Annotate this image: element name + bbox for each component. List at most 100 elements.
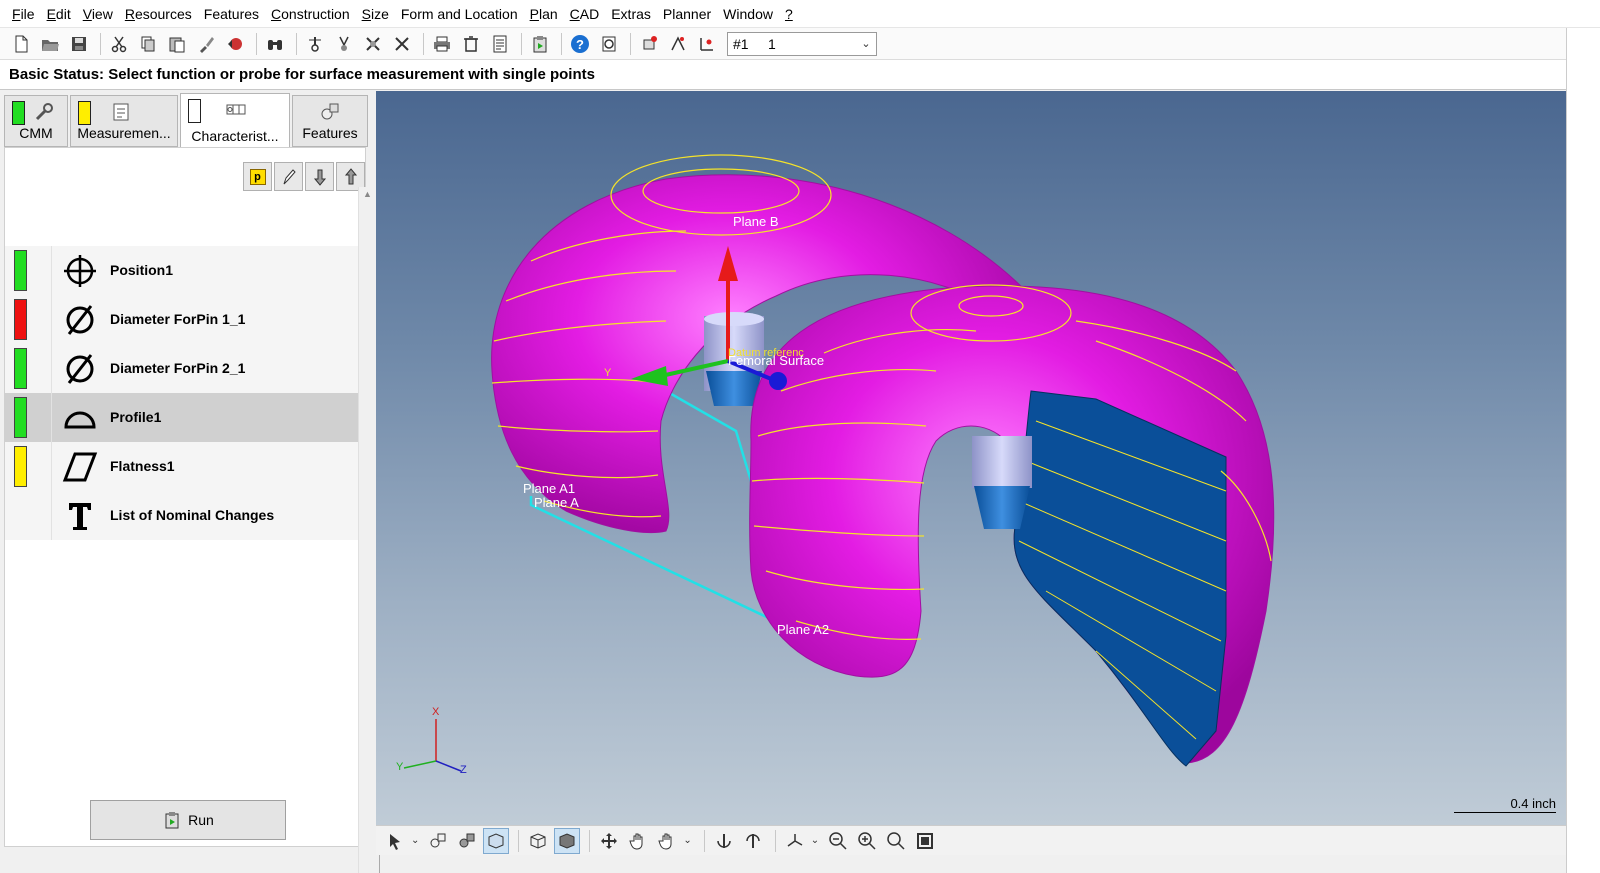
edit-button[interactable]	[274, 162, 303, 191]
delete-icon[interactable]	[458, 31, 484, 57]
rotate-right-icon[interactable]	[740, 828, 766, 854]
element-display-icon[interactable]	[425, 828, 451, 854]
chevron-down-icon[interactable]: ⌄	[811, 835, 819, 846]
print-icon[interactable]	[429, 31, 455, 57]
plane-b-label: Plane B	[733, 214, 779, 229]
base-system-select-value: 1	[768, 35, 776, 52]
right-dock-strip	[1566, 28, 1600, 873]
menu-features[interactable]: Features	[198, 0, 265, 28]
zoom-out-icon[interactable]	[825, 828, 851, 854]
report-icon[interactable]	[487, 31, 513, 57]
status-indicator	[14, 397, 27, 438]
view-direction-icon[interactable]	[782, 828, 808, 854]
copy-icon[interactable]	[135, 31, 161, 57]
cad-3d-viewport[interactable]: Plane B Datum referenc Femoral Surface P…	[376, 91, 1566, 825]
probe-settings-icon[interactable]	[360, 31, 386, 57]
left-panel: CMM Measuremen... Characterist... Featur…	[0, 91, 380, 873]
new-file-icon[interactable]	[8, 31, 34, 57]
zoom-in-icon[interactable]	[854, 828, 880, 854]
tab-cmm-label: CMM	[19, 125, 53, 141]
menu-view[interactable]: View	[77, 0, 119, 28]
menu-form-and-location[interactable]: Form and Location	[395, 0, 524, 28]
tab-features[interactable]: Features	[292, 95, 368, 147]
menu-resources[interactable]: Resources	[119, 0, 198, 28]
menu-extras[interactable]: Extras	[605, 0, 657, 28]
tab-measurement-status	[78, 101, 91, 125]
base-system-select[interactable]: #1 1 ⌄	[727, 31, 877, 56]
cad-model	[403, 154, 1275, 772]
list-item-position1[interactable]: Position1	[5, 246, 367, 295]
cut-icon[interactable]	[106, 31, 132, 57]
pan-icon[interactable]	[596, 828, 622, 854]
menu-edit[interactable]: Edit	[41, 0, 77, 28]
scale-label: 0.4 inch	[1510, 796, 1556, 811]
list-item-label: Position1	[110, 262, 174, 278]
menu-size[interactable]: Size	[356, 0, 395, 28]
text-icon	[69, 503, 91, 530]
alignment-icon[interactable]	[665, 31, 691, 57]
list-scrollbar[interactable]: ▲ ▼	[358, 187, 375, 873]
help-icon[interactable]: ?	[567, 31, 593, 57]
probe-config-icon[interactable]	[302, 31, 328, 57]
menu-file[interactable]: File	[6, 0, 41, 28]
diameter-icon	[66, 354, 94, 384]
tools-icon[interactable]	[389, 31, 415, 57]
shaded-icon[interactable]	[554, 827, 581, 854]
menu-planner[interactable]: Planner	[657, 0, 717, 28]
list-item-flatness1[interactable]: Flatness1	[5, 442, 367, 491]
features-shapes-icon	[321, 103, 339, 120]
tab-characteristics[interactable]: Characterist...	[180, 93, 290, 149]
run-icon	[165, 812, 179, 829]
menu-help[interactable]: ?	[779, 0, 799, 28]
menu-cad[interactable]: CAD	[564, 0, 606, 28]
rotate-left-icon[interactable]	[711, 828, 737, 854]
list-item-diameter-forpin-2[interactable]: Diameter ForPin 2_1	[5, 344, 367, 393]
measurement-plan-icon	[113, 103, 129, 121]
undo-probe-icon[interactable]	[222, 31, 248, 57]
features-display-icon[interactable]	[454, 828, 480, 854]
cad-model-display-icon[interactable]	[483, 827, 510, 854]
toggle-p-button[interactable]: p	[243, 162, 272, 191]
move-down-button[interactable]	[305, 162, 334, 191]
list-item-nominal-changes[interactable]: List of Nominal Changes	[5, 491, 367, 540]
flatness-icon	[62, 452, 98, 482]
list-item-diameter-forpin-1[interactable]: Diameter ForPin 1_1	[5, 295, 367, 344]
menu-window[interactable]: Window	[717, 0, 779, 28]
panel-tabs: CMM Measuremen... Characterist... Featur…	[4, 93, 370, 149]
brush-icon[interactable]	[193, 31, 219, 57]
paste-icon[interactable]	[164, 31, 190, 57]
wrench-icon	[35, 103, 53, 121]
context-help-icon[interactable]	[596, 31, 622, 57]
characteristics-list-area: p Position1 Diameter ForPin 1_1 Diameter…	[4, 147, 367, 847]
tab-measurement[interactable]: Measuremen...	[70, 95, 178, 147]
scale-bar	[1454, 812, 1556, 813]
open-folder-icon[interactable]	[37, 31, 63, 57]
save-icon[interactable]	[66, 31, 92, 57]
robot-icon[interactable]	[636, 31, 662, 57]
tab-cmm[interactable]: CMM	[4, 95, 68, 147]
list-item-label: List of Nominal Changes	[110, 507, 275, 523]
menu-plan[interactable]: Plan	[524, 0, 564, 28]
scroll-up-icon[interactable]: ▲	[363, 189, 372, 199]
pencil-icon	[283, 168, 296, 184]
run-button[interactable]: Run	[90, 800, 286, 840]
femoral-surface-label: Femoral Surface	[728, 353, 825, 368]
chevron-down-icon[interactable]: ⌄	[683, 835, 691, 846]
wireframe-icon[interactable]	[525, 828, 551, 854]
list-item-profile1[interactable]: Profile1	[5, 393, 367, 442]
clipboard-run-icon[interactable]	[527, 31, 553, 57]
select-mode-icon[interactable]	[382, 828, 408, 854]
triad-y-label: Y	[396, 761, 404, 773]
axis-y-label: Y	[604, 367, 612, 379]
coordinate-system-icon[interactable]	[694, 31, 720, 57]
chevron-down-icon[interactable]: ⌄	[411, 835, 419, 846]
zoom-window-icon[interactable]	[883, 828, 909, 854]
hand-icon[interactable]	[625, 828, 651, 854]
probe-change-icon[interactable]	[331, 31, 357, 57]
menu-construction[interactable]: Construction	[265, 0, 356, 28]
list-item-label: Flatness1	[110, 458, 175, 474]
hand-xyz-icon[interactable]	[654, 828, 680, 854]
zoom-fit-icon[interactable]	[912, 828, 938, 854]
binoculars-icon[interactable]	[262, 31, 288, 57]
list-tools: p	[241, 162, 365, 191]
